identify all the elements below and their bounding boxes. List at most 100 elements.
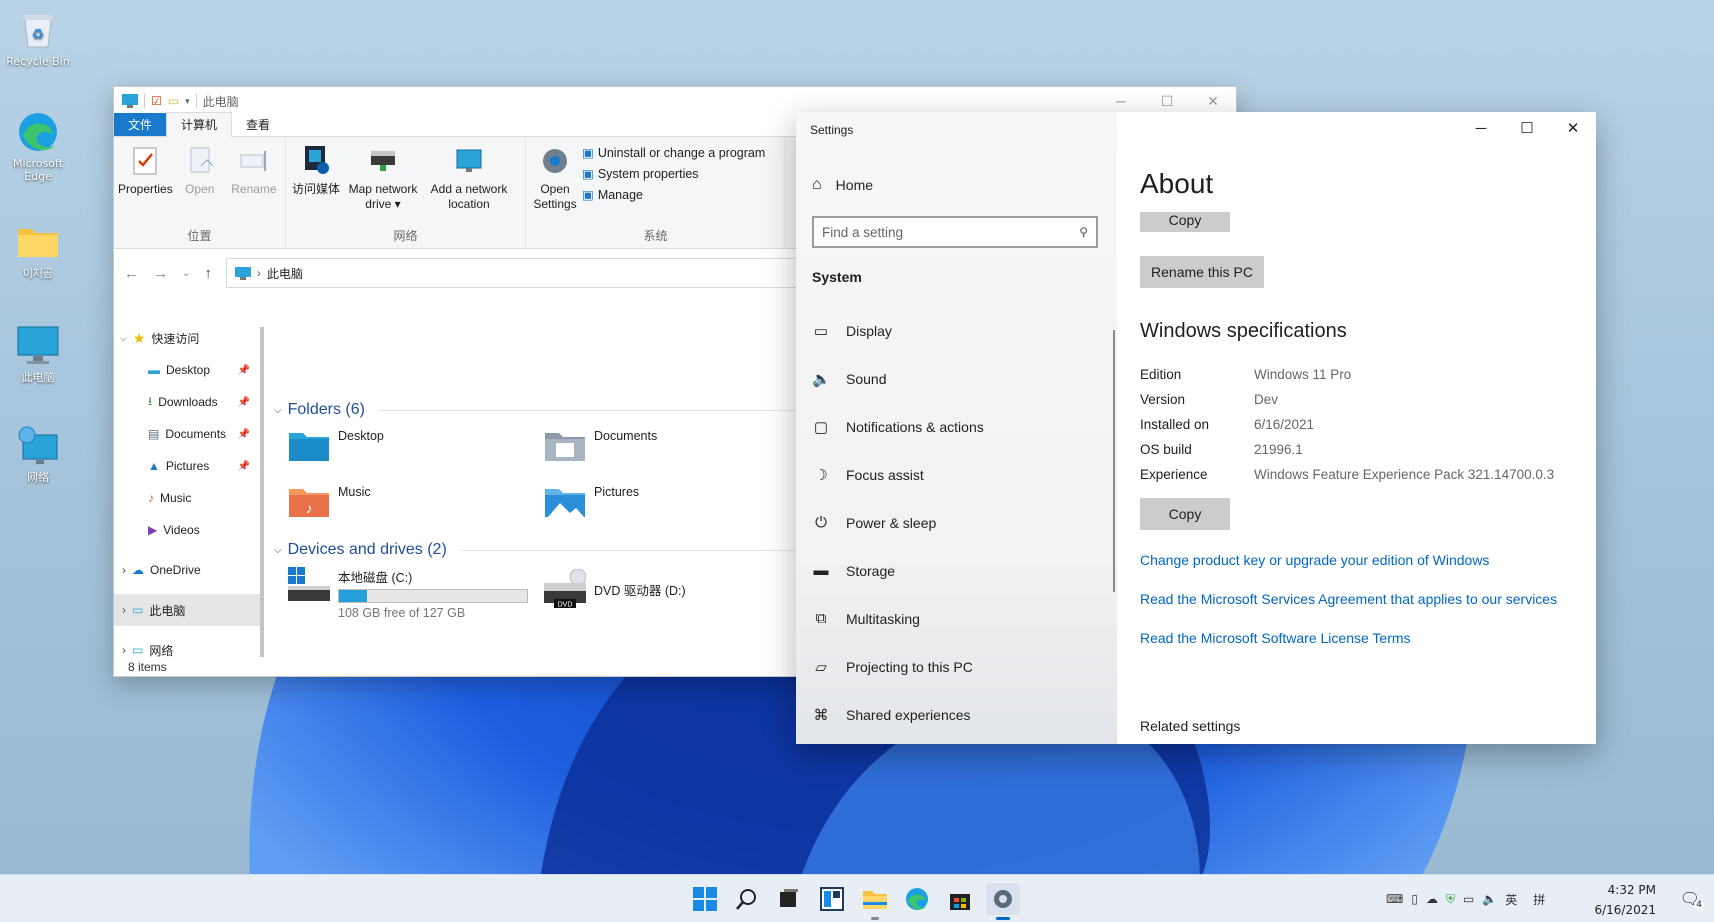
settings-button[interactable] xyxy=(986,883,1020,915)
desktop-icon-recycle-bin[interactable]: ♻ Recycle Bin xyxy=(0,8,76,68)
up-arrow-icon[interactable]: ↑ xyxy=(204,265,212,282)
product-key-link[interactable]: Change product key or upgrade your editi… xyxy=(1140,552,1489,568)
nav-music[interactable]: ♪ Music xyxy=(114,482,262,514)
folder-documents[interactable]: Documents xyxy=(544,429,657,463)
settings-home[interactable]: ⌂ Home xyxy=(812,176,873,194)
nav-videos[interactable]: ▶ Videos xyxy=(114,514,262,546)
power-icon: ⏻ xyxy=(815,514,827,531)
qat-dropdown-icon[interactable]: ▾ xyxy=(185,96,190,107)
this-pc-icon xyxy=(122,94,138,108)
settings-item-display[interactable]: ▭ Display xyxy=(812,322,892,340)
maximize-button[interactable]: ☐ xyxy=(1144,87,1190,115)
nav-downloads[interactable]: ⭳ Downloads 📌 xyxy=(114,386,262,418)
task-view-button[interactable] xyxy=(772,883,806,915)
battery-icon[interactable]: ▯ xyxy=(1411,892,1418,906)
minimize-button[interactable]: ─ xyxy=(1098,87,1144,115)
folder-desktop[interactable]: Desktop xyxy=(288,429,384,463)
edge-button[interactable] xyxy=(900,883,934,915)
nav-onedrive[interactable]: › ☁ OneDrive xyxy=(114,554,262,586)
onedrive-icon[interactable]: ☁ xyxy=(1426,892,1438,906)
settings-window: Settings ⌂ Home Find a setting ⚲ System … xyxy=(796,112,1596,744)
maximize-button[interactable]: ☐ xyxy=(1504,112,1550,144)
tab-file[interactable]: 文件 xyxy=(114,113,167,136)
settings-item-multitasking[interactable]: ⧉ Multitasking xyxy=(812,610,920,627)
settings-item-projecting[interactable]: ▱ Projecting to this PC xyxy=(812,658,973,676)
tab-view[interactable]: 查看 xyxy=(232,113,284,136)
download-icon: ⭳ xyxy=(148,393,153,408)
network-drive-icon xyxy=(371,151,395,171)
desktop-icon-folder[interactable]: 이저곰 xyxy=(0,220,76,280)
settings-gear-icon xyxy=(543,149,567,173)
desktop-icon: ▬ xyxy=(148,363,160,377)
drive-usage-fill xyxy=(339,590,368,602)
folder-music[interactable]: ♪ Music xyxy=(288,485,371,519)
nav-quick-access[interactable]: ⌵ ★ 快速访问 xyxy=(114,322,262,354)
qat-new-folder-icon[interactable]: ▭ xyxy=(168,94,179,108)
settings-item-sound[interactable]: 🔈 Sound xyxy=(812,370,886,388)
uninstall-program-button[interactable]: ▣ Uninstall or change a program xyxy=(582,145,765,161)
settings-item-shared[interactable]: ⌘ Shared experiences xyxy=(812,706,971,724)
license-terms-link[interactable]: Read the Microsoft Software License Term… xyxy=(1140,630,1411,646)
nav-pictures[interactable]: ▲ Pictures 📌 xyxy=(114,450,262,482)
nav-documents[interactable]: ▤ Documents 📌 xyxy=(114,418,262,450)
settings-search-input[interactable]: Find a setting ⚲ xyxy=(812,216,1098,248)
page-title: About xyxy=(1140,168,1214,199)
keyboard-icon[interactable]: ⌨ xyxy=(1386,892,1403,906)
copy-specs-button[interactable]: Copy xyxy=(1140,498,1230,530)
settings-item-focus-assist[interactable]: ☽ Focus assist xyxy=(812,466,924,484)
settings-item-power[interactable]: ⏻ Power & sleep xyxy=(812,514,936,531)
search-button[interactable] xyxy=(730,883,764,915)
ime-language[interactable]: 英 xyxy=(1505,891,1517,908)
widgets-button[interactable] xyxy=(815,883,849,915)
start-button[interactable] xyxy=(688,883,722,915)
recent-dropdown-icon[interactable]: ⌄ xyxy=(182,268,190,279)
minimize-button[interactable]: ─ xyxy=(1458,112,1504,144)
clock[interactable]: 4:32 PM 6/16/2021 xyxy=(1594,880,1656,920)
store-button[interactable] xyxy=(943,883,977,915)
breadcrumb: 此电脑 xyxy=(266,266,303,281)
file-explorer-button[interactable] xyxy=(858,883,892,915)
nav-scrollbar[interactable] xyxy=(260,327,264,657)
close-button[interactable]: ✕ xyxy=(1190,87,1236,115)
volume-icon[interactable]: 🔈 xyxy=(1482,892,1497,906)
notification-center-button[interactable]: 🗨 4 xyxy=(1680,889,1704,910)
network-icon[interactable]: ▭ xyxy=(1463,892,1474,906)
desktop-icon-edge[interactable]: Microsoft Edge xyxy=(0,110,76,183)
properties-icon xyxy=(133,147,157,175)
services-agreement-link[interactable]: Read the Microsoft Services Agreement th… xyxy=(1140,591,1557,607)
security-icon[interactable]: ⛨ xyxy=(1446,892,1455,907)
settings-item-storage[interactable]: ▬ Storage xyxy=(812,562,896,579)
rename-pc-button[interactable]: Rename this PC xyxy=(1140,256,1264,288)
copy-top-button[interactable]: Copy xyxy=(1140,212,1230,232)
running-indicator xyxy=(871,917,879,920)
explorer-title: 此电脑 xyxy=(202,94,239,109)
settings-item-notifications[interactable]: ▢ Notifications & actions xyxy=(812,418,984,436)
settings-section-title: System xyxy=(812,269,862,285)
sidebar-scrollbar[interactable] xyxy=(1113,330,1115,592)
manage-button[interactable]: ▣ Manage xyxy=(582,187,765,203)
forward-arrow-icon[interactable]: → xyxy=(153,265,168,282)
nav-this-pc[interactable]: › ▭ 此电脑 xyxy=(114,594,262,626)
system-properties-button[interactable]: ▣ System properties xyxy=(582,166,765,182)
desktop-icon-label: Recycle Bin xyxy=(6,55,70,68)
close-button[interactable]: ✕ xyxy=(1550,112,1596,144)
desktop-icon-this-pc[interactable]: 此电脑 xyxy=(0,324,76,384)
pin-icon: 📌 xyxy=(237,396,250,408)
search-icon xyxy=(736,889,756,910)
edge-icon xyxy=(906,888,928,910)
back-arrow-icon[interactable]: ← xyxy=(124,265,139,282)
qat-properties-icon[interactable]: ☑ xyxy=(151,94,162,108)
ime-mode[interactable]: 拼 xyxy=(1533,891,1545,908)
notification-icon: ▢ xyxy=(813,419,829,436)
drive-c[interactable]: 本地磁盘 (C:) 108 GB free of 127 GB xyxy=(288,567,528,620)
nav-desktop[interactable]: ▬ Desktop 📌 xyxy=(114,354,262,386)
folder-pictures[interactable]: Pictures xyxy=(544,485,639,519)
spec-row-version: Version Dev xyxy=(1140,392,1279,407)
drive-d[interactable]: DVD DVD 驱动器 (D:) xyxy=(544,569,686,609)
desktop-icon-network[interactable]: 网络 xyxy=(0,424,76,484)
tab-computer[interactable]: 计算机 xyxy=(166,112,233,137)
pin-icon: 📌 xyxy=(237,460,250,472)
speaker-icon: 🔈 xyxy=(812,371,831,388)
folders-section-header[interactable]: ⌵ Folders (6) xyxy=(274,401,834,419)
drives-section-header[interactable]: ⌵ Devices and drives (2) xyxy=(274,541,834,559)
